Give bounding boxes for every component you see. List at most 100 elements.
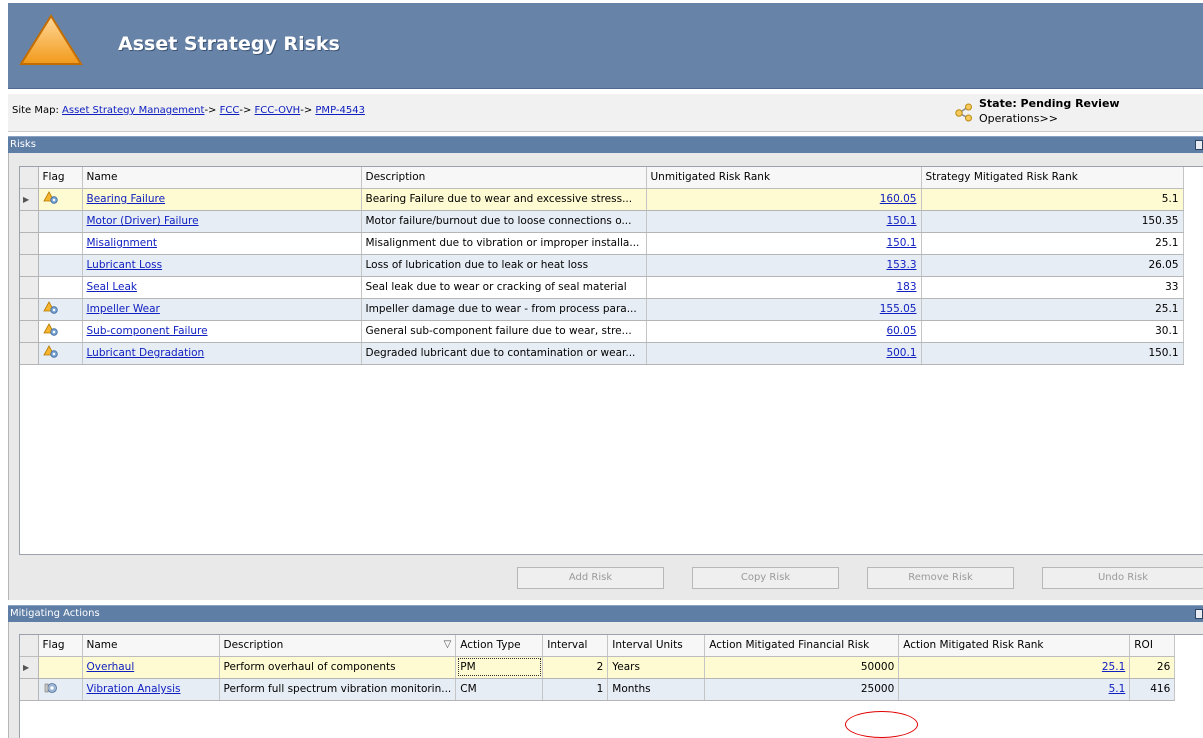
column-header-name[interactable]: Name bbox=[82, 635, 220, 657]
risk-row[interactable]: ▶ Bearing Failure Bearing Failure due to w… bbox=[20, 188, 1184, 211]
action-type-cell[interactable]: PM bbox=[455, 656, 544, 679]
column-header-action-mitigated-risk-rank[interactable]: Action Mitigated Risk Rank bbox=[898, 635, 1131, 657]
description-cell[interactable]: Misalignment due to vibration or imprope… bbox=[361, 232, 647, 255]
column-header-action-mitigated-financial-risk[interactable]: Action Mitigated Financial Risk bbox=[704, 635, 900, 657]
column-header-interval[interactable]: Interval bbox=[542, 635, 609, 657]
row-selector[interactable]: ▶ bbox=[20, 656, 39, 679]
name-cell: Lubricant Loss bbox=[82, 254, 362, 277]
action-mitigated-financial-risk-cell[interactable]: 25000 bbox=[704, 678, 900, 701]
column-header-roi[interactable]: ROI bbox=[1129, 635, 1176, 657]
action-row[interactable]: Vibration Analysis Perform full spectrum … bbox=[20, 678, 1176, 701]
column-header-flag[interactable]: Flag bbox=[38, 635, 83, 657]
strategy-mitigated-risk-rank-cell[interactable]: 25.1 bbox=[921, 232, 1184, 255]
row-selector[interactable] bbox=[20, 678, 39, 701]
column-header-description-label: Description bbox=[223, 639, 284, 652]
risk-row[interactable]: Motor (Driver) Failure Motor failure/burn… bbox=[20, 210, 1184, 233]
risk-name-link[interactable]: Seal Leak bbox=[87, 281, 137, 293]
breadcrumb-link-pmp-4543[interactable]: PMP-4543 bbox=[315, 105, 365, 116]
row-selector[interactable] bbox=[20, 276, 39, 299]
risk-name-link[interactable]: Impeller Wear bbox=[87, 303, 160, 315]
column-header-action-type[interactable]: Action Type bbox=[455, 635, 544, 657]
action-name-link[interactable]: Vibration Analysis bbox=[87, 683, 181, 695]
risk-name-link[interactable]: Lubricant Degradation bbox=[87, 347, 205, 359]
unmitigated-risk-rank-link[interactable]: 150.1 bbox=[886, 215, 916, 227]
action-mitigated-risk-rank-link[interactable]: 25.1 bbox=[1102, 661, 1125, 673]
column-header-name[interactable]: Name bbox=[82, 167, 362, 189]
unmitigated-risk-rank-link[interactable]: 150.1 bbox=[886, 237, 916, 249]
risk-row[interactable]: Lubricant Loss Loss of lubrication due to… bbox=[20, 254, 1184, 277]
strategy-mitigated-risk-rank-cell[interactable]: 150.35 bbox=[921, 210, 1184, 233]
action-type-cell[interactable]: CM bbox=[455, 678, 544, 701]
description-cell[interactable]: Impeller damage due to wear - from proce… bbox=[361, 298, 647, 321]
risk-row[interactable]: Impeller Wear Impeller damage due to wear… bbox=[20, 298, 1184, 321]
risk-name-link[interactable]: Misalignment bbox=[87, 237, 158, 249]
description-cell[interactable]: Motor failure/burnout due to loose conne… bbox=[361, 210, 647, 233]
strategy-mitigated-risk-rank-cell[interactable]: 25.1 bbox=[921, 298, 1184, 321]
column-header-unmitigated-risk-rank[interactable]: Unmitigated Risk Rank bbox=[646, 167, 922, 189]
undo-risk-button[interactable]: Undo Risk bbox=[1042, 567, 1203, 589]
description-cell[interactable]: Bearing Failure due to wear and excessiv… bbox=[361, 188, 647, 211]
description-cell[interactable]: General sub-component failure due to wea… bbox=[361, 320, 647, 343]
strategy-mitigated-risk-rank-cell[interactable]: 30.1 bbox=[921, 320, 1184, 343]
unmitigated-risk-rank-link[interactable]: 153.3 bbox=[886, 259, 916, 271]
row-selector[interactable] bbox=[20, 232, 39, 255]
risk-name-link[interactable]: Lubricant Loss bbox=[87, 259, 163, 271]
strategy-mitigated-risk-rank-cell[interactable]: 33 bbox=[921, 276, 1184, 299]
action-mitigated-risk-rank-link[interactable]: 5.1 bbox=[1109, 683, 1126, 695]
risk-name-link[interactable]: Bearing Failure bbox=[87, 193, 166, 205]
description-cell[interactable]: Seal leak due to wear or cracking of sea… bbox=[361, 276, 647, 299]
row-selector[interactable]: ▶ bbox=[20, 188, 39, 211]
add-risk-button[interactable]: Add Risk bbox=[517, 567, 664, 589]
row-selector-header bbox=[20, 635, 39, 657]
action-name-link[interactable]: Overhaul bbox=[87, 661, 135, 673]
unmitigated-risk-rank-link[interactable]: 155.05 bbox=[880, 303, 917, 315]
interval-units-cell[interactable]: Months bbox=[607, 678, 706, 701]
risk-row[interactable]: Sub-component Failure General sub-compone… bbox=[20, 320, 1184, 343]
description-cell[interactable]: Degraded lubricant due to contamination … bbox=[361, 342, 647, 365]
breadcrumb-link-fcc-ovh[interactable]: FCC-OVH bbox=[255, 105, 301, 116]
description-cell[interactable]: Perform overhaul of components bbox=[219, 656, 457, 679]
column-header-description[interactable]: Description bbox=[361, 167, 647, 189]
remove-risk-button[interactable]: Remove Risk bbox=[867, 567, 1014, 589]
risk-row[interactable]: Seal Leak Seal leak due to wear or cracki… bbox=[20, 276, 1184, 299]
unmitigated-risk-rank-link[interactable]: 160.05 bbox=[880, 193, 917, 205]
roi-cell[interactable]: 26 bbox=[1129, 656, 1176, 679]
risks-section-title: Risks bbox=[10, 139, 36, 150]
row-selector[interactable] bbox=[20, 254, 39, 277]
column-header-interval-units[interactable]: Interval Units bbox=[607, 635, 706, 657]
risks-collapse-button[interactable] bbox=[1195, 140, 1203, 150]
column-header-flag[interactable]: Flag bbox=[38, 167, 83, 189]
description-cell[interactable]: Perform full spectrum vibration monitori… bbox=[219, 678, 457, 701]
row-selector[interactable] bbox=[20, 298, 39, 321]
strategy-mitigated-risk-rank-cell[interactable]: 150.1 bbox=[921, 342, 1184, 365]
sort-descending-icon[interactable]: ▽ bbox=[444, 639, 452, 650]
risk-row[interactable]: Lubricant Degradation Degraded lubricant … bbox=[20, 342, 1184, 365]
risk-name-link[interactable]: Sub-component Failure bbox=[87, 325, 208, 337]
description-cell[interactable]: Loss of lubrication due to leak or heat … bbox=[361, 254, 647, 277]
column-header-strategy-mitigated-risk-rank[interactable]: Strategy Mitigated Risk Rank bbox=[921, 167, 1184, 189]
copy-risk-button[interactable]: Copy Risk bbox=[692, 567, 839, 589]
risk-row[interactable]: Misalignment Misalignment due to vibratio… bbox=[20, 232, 1184, 255]
row-selector[interactable] bbox=[20, 342, 39, 365]
unmitigated-risk-rank-link[interactable]: 500.1 bbox=[886, 347, 916, 359]
mitigating-actions-collapse-button[interactable] bbox=[1195, 609, 1203, 619]
strategy-mitigated-risk-rank-cell[interactable]: 26.05 bbox=[921, 254, 1184, 277]
unmitigated-risk-rank-link[interactable]: 183 bbox=[896, 281, 916, 293]
breadcrumb-link-asset-strategy-management[interactable]: Asset Strategy Management bbox=[62, 105, 204, 116]
unmitigated-risk-rank-link[interactable]: 60.05 bbox=[886, 325, 916, 337]
breadcrumb-link-fcc[interactable]: FCC bbox=[220, 105, 240, 116]
action-row[interactable]: ▶ Overhaul Perform overhaul of components P… bbox=[20, 656, 1176, 679]
row-selector[interactable] bbox=[20, 210, 39, 233]
risk-name-link[interactable]: Motor (Driver) Failure bbox=[87, 215, 199, 227]
action-mitigated-financial-risk-cell[interactable]: 50000 bbox=[704, 656, 900, 679]
strategy-mitigated-risk-rank-cell[interactable]: 5.1 bbox=[921, 188, 1184, 211]
column-header-description[interactable]: Description ▽ bbox=[219, 635, 457, 657]
state-operations-link[interactable]: Operations>> bbox=[979, 112, 1058, 125]
interval-cell[interactable]: 1 bbox=[542, 678, 609, 701]
roi-cell[interactable]: 416 bbox=[1129, 678, 1176, 701]
row-selector[interactable] bbox=[20, 320, 39, 343]
interval-cell[interactable]: 2 bbox=[542, 656, 609, 679]
flag-cell bbox=[38, 232, 83, 255]
state-label: State: Pending Review bbox=[979, 97, 1120, 110]
interval-units-cell[interactable]: Years bbox=[607, 656, 706, 679]
